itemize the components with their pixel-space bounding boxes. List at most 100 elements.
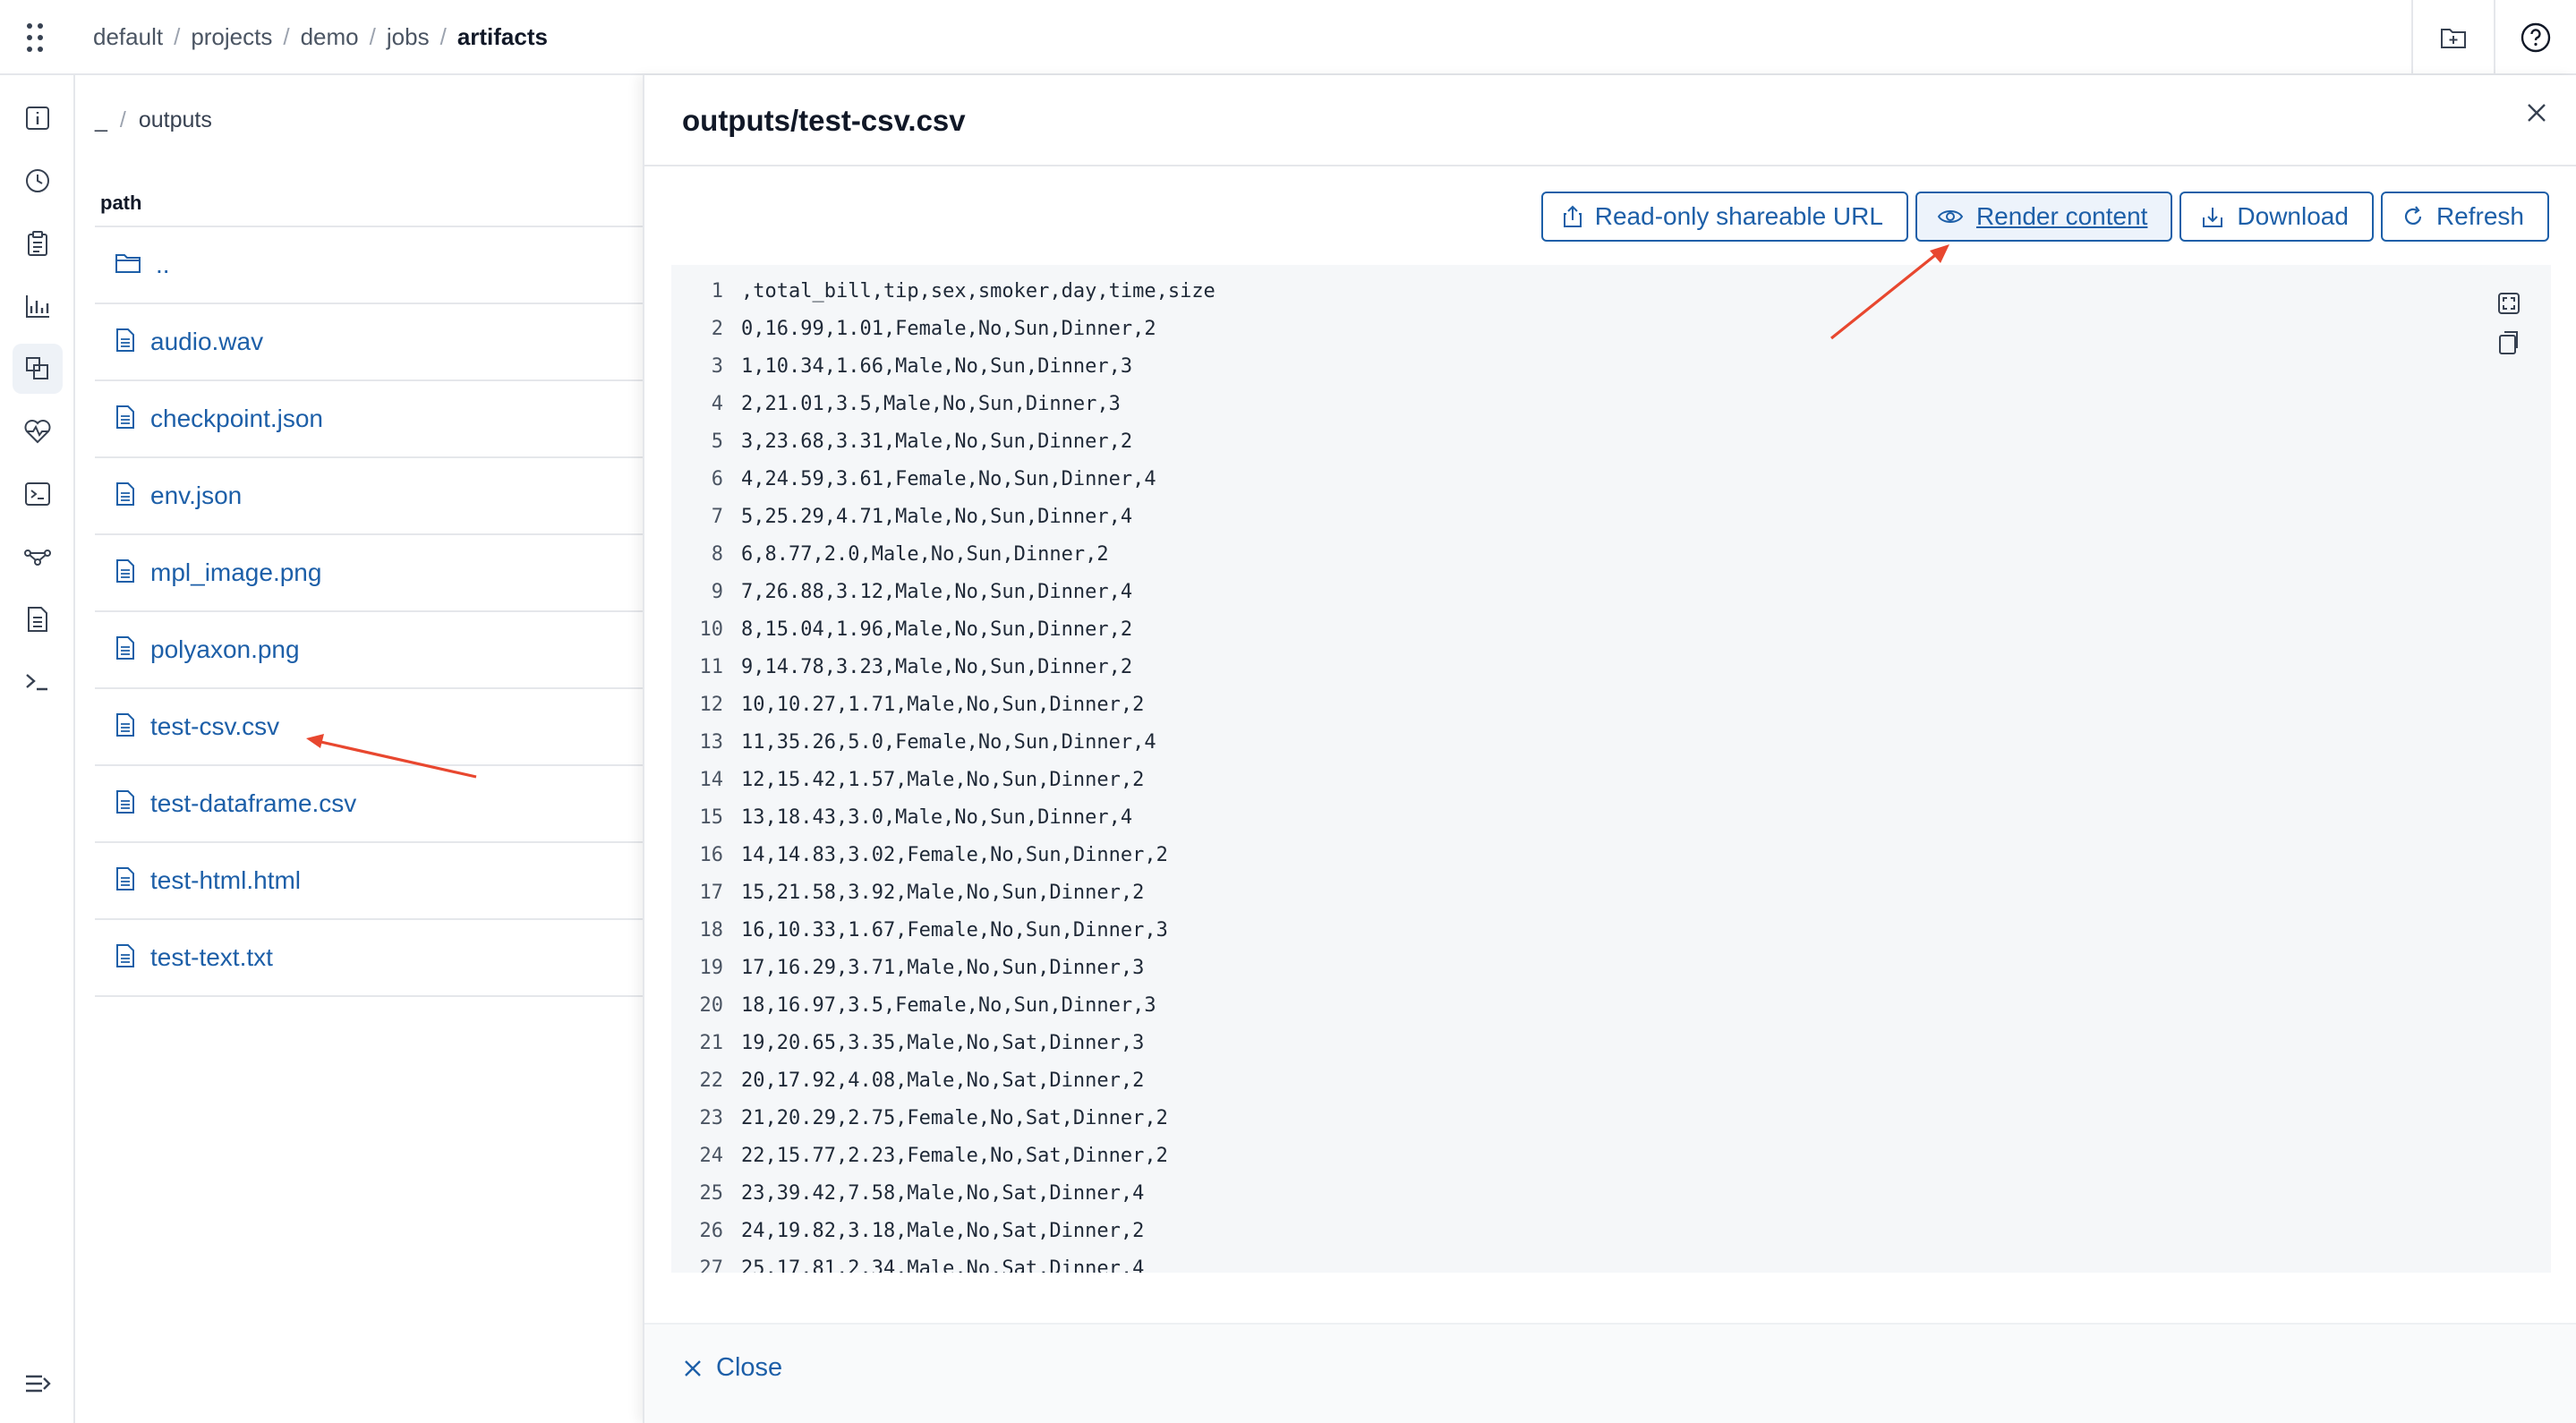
path-column-header: path bbox=[100, 192, 142, 214]
shareable-url-button[interactable]: Read-only shareable URL bbox=[1540, 192, 1908, 242]
help-icon[interactable] bbox=[2494, 0, 2576, 75]
refresh-label: Refresh bbox=[2435, 202, 2524, 230]
code-text: 9,14.78,3.23,Male,No,Sun,Dinner,2 bbox=[741, 655, 1133, 678]
code-text: 19,20.65,3.35,Male,No,Sat,Dinner,3 bbox=[741, 1031, 1145, 1054]
line-number: 25 bbox=[699, 1181, 724, 1205]
file-icon bbox=[115, 328, 136, 357]
code-text: 16,10.33,1.67,Female,No,Sun,Dinner,3 bbox=[741, 918, 1168, 942]
drawer-toolbar: Read-only shareable URL Render content D… bbox=[1540, 192, 2549, 242]
line-number: 14 bbox=[699, 768, 724, 791]
line-number: 10 bbox=[699, 618, 724, 641]
line-number: 18 bbox=[699, 918, 724, 942]
line-number: 19 bbox=[699, 956, 724, 979]
code-text: ,total_bill,tip,sex,smoker,day,time,size bbox=[741, 279, 1215, 302]
parent-folder-row[interactable]: .. bbox=[95, 227, 643, 304]
folder-add-icon[interactable] bbox=[2411, 0, 2494, 75]
close-button[interactable]: Close bbox=[684, 1353, 782, 1383]
code-lines: 1 ,total_bill,tip,sex,smoker,day,time,siz… bbox=[671, 272, 1215, 1274]
line-number: 6 bbox=[711, 467, 723, 490]
code-text: 15,21.58,3.92,Male,No,Sun,Dinner,2 bbox=[741, 881, 1145, 904]
render-content-button[interactable]: Render content bbox=[1915, 192, 2173, 242]
code-text: 0,16.99,1.01,Female,No,Sun,Dinner,2 bbox=[741, 317, 1156, 340]
code-line: 24 22,15.77,2.23,Female,No,Sat,Dinner,2 bbox=[671, 1137, 1215, 1174]
fullscreen-icon[interactable] bbox=[2497, 292, 2521, 320]
chart-icon[interactable] bbox=[13, 281, 63, 331]
breadcrumb-projects[interactable]: projects bbox=[191, 23, 272, 51]
divider bbox=[644, 165, 2576, 166]
breadcrumb-artifacts: artifacts bbox=[456, 23, 548, 50]
code-text: 23,39.42,7.58,Male,No,Sat,Dinner,4 bbox=[741, 1181, 1145, 1205]
file-preview-drawer: outputs/test-csv.csv Read-only shareable… bbox=[643, 75, 2576, 1423]
code-text: 3,23.68,3.31,Male,No,Sun,Dinner,2 bbox=[741, 430, 1133, 453]
dag-icon[interactable] bbox=[13, 532, 63, 582]
drawer-footer: Close bbox=[644, 1323, 2576, 1423]
file-row[interactable]: mpl_image.png bbox=[95, 535, 643, 612]
file-row[interactable]: env.json bbox=[95, 458, 643, 535]
file-name[interactable]: env.json bbox=[150, 481, 242, 510]
file-row[interactable]: test-text.txt bbox=[95, 920, 643, 997]
file-name[interactable]: test-html.html bbox=[150, 866, 301, 895]
render-content-label: Render content bbox=[1975, 202, 2148, 230]
terminal-box-icon[interactable] bbox=[13, 469, 63, 519]
file-row[interactable]: audio.wav bbox=[95, 304, 643, 381]
download-button[interactable]: Download bbox=[2179, 192, 2374, 242]
line-number: 13 bbox=[699, 730, 724, 754]
breadcrumb-separator: / bbox=[369, 23, 376, 50]
code-text: 6,8.77,2.0,Male,No,Sun,Dinner,2 bbox=[741, 542, 1109, 566]
file-name[interactable]: polyaxon.png bbox=[150, 635, 300, 664]
code-text: 13,18.43,3.0,Male,No,Sun,Dinner,4 bbox=[741, 805, 1133, 829]
breadcrumb-demo[interactable]: demo bbox=[301, 23, 359, 51]
line-number: 12 bbox=[699, 693, 724, 716]
file-icon bbox=[115, 789, 136, 819]
breadcrumb-default[interactable]: default bbox=[93, 23, 163, 51]
file-name[interactable]: test-dataframe.csv bbox=[150, 789, 356, 818]
code-text: 11,35.26,5.0,Female,No,Sun,Dinner,4 bbox=[741, 730, 1156, 754]
expand-menu-icon[interactable] bbox=[13, 1359, 63, 1409]
code-line: 11 9,14.78,3.23,Male,No,Sun,Dinner,2 bbox=[671, 648, 1215, 686]
code-text: 8,15.04,1.96,Male,No,Sun,Dinner,2 bbox=[741, 618, 1133, 641]
breadcrumb-jobs[interactable]: jobs bbox=[387, 23, 430, 51]
file-row[interactable]: test-html.html bbox=[95, 843, 643, 920]
document-icon[interactable] bbox=[13, 594, 63, 644]
code-text: 14,14.83,3.02,Female,No,Sun,Dinner,2 bbox=[741, 843, 1168, 866]
file-row[interactable]: test-csv.csv bbox=[95, 689, 643, 766]
terminal-icon[interactable] bbox=[13, 657, 63, 707]
files-breadcrumb-root[interactable]: _ bbox=[95, 107, 107, 133]
line-number: 26 bbox=[699, 1219, 724, 1242]
file-row[interactable]: polyaxon.png bbox=[95, 612, 643, 689]
file-name[interactable]: checkpoint.json bbox=[150, 405, 323, 433]
close-icon bbox=[685, 1359, 701, 1376]
file-name[interactable]: test-text.txt bbox=[150, 943, 273, 972]
code-line: 17 15,21.58,3.92,Male,No,Sun,Dinner,2 bbox=[671, 873, 1215, 911]
file-name[interactable]: test-csv.csv bbox=[150, 712, 279, 741]
shareable-url-label: Read-only shareable URL bbox=[1594, 202, 1883, 230]
line-number: 3 bbox=[711, 354, 723, 378]
download-label: Download bbox=[2237, 202, 2349, 230]
file-name[interactable]: mpl_image.png bbox=[150, 558, 321, 587]
eye-icon bbox=[1937, 210, 1964, 223]
files-panel: _ / outputs path .. audio.wav checkpoint.j… bbox=[77, 75, 643, 1423]
refresh-button[interactable]: Refresh bbox=[2380, 192, 2549, 242]
code-text: 5,25.29,4.71,Male,No,Sun,Dinner,4 bbox=[741, 505, 1133, 528]
line-number: 5 bbox=[711, 430, 723, 453]
file-name[interactable]: .. bbox=[156, 251, 170, 279]
code-text: 10,10.27,1.71,Male,No,Sun,Dinner,2 bbox=[741, 693, 1145, 716]
code-viewer[interactable]: 1 ,total_bill,tip,sex,smoker,day,time,siz… bbox=[671, 265, 2551, 1273]
code-text: 12,15.42,1.57,Male,No,Sun,Dinner,2 bbox=[741, 768, 1145, 791]
close-icon[interactable] bbox=[2519, 95, 2555, 131]
history-icon[interactable] bbox=[13, 156, 63, 206]
breadcrumb-separator: / bbox=[283, 23, 290, 50]
file-row[interactable]: test-dataframe.csv bbox=[95, 766, 643, 843]
close-label: Close bbox=[716, 1353, 783, 1382]
heart-pulse-icon[interactable] bbox=[13, 406, 63, 456]
left-navigation bbox=[0, 75, 75, 1423]
grid-menu-icon[interactable] bbox=[21, 20, 54, 55]
clipboard-icon[interactable] bbox=[13, 218, 63, 268]
copy-icon[interactable] bbox=[2497, 330, 2521, 360]
file-row[interactable]: checkpoint.json bbox=[95, 381, 643, 458]
file-name[interactable]: audio.wav bbox=[150, 328, 263, 356]
code-line: 6 4,24.59,3.61,Female,No,Sun,Dinner,4 bbox=[671, 460, 1215, 498]
line-number: 21 bbox=[699, 1031, 724, 1054]
artifacts-icon[interactable] bbox=[13, 344, 63, 394]
info-icon[interactable] bbox=[13, 93, 63, 143]
